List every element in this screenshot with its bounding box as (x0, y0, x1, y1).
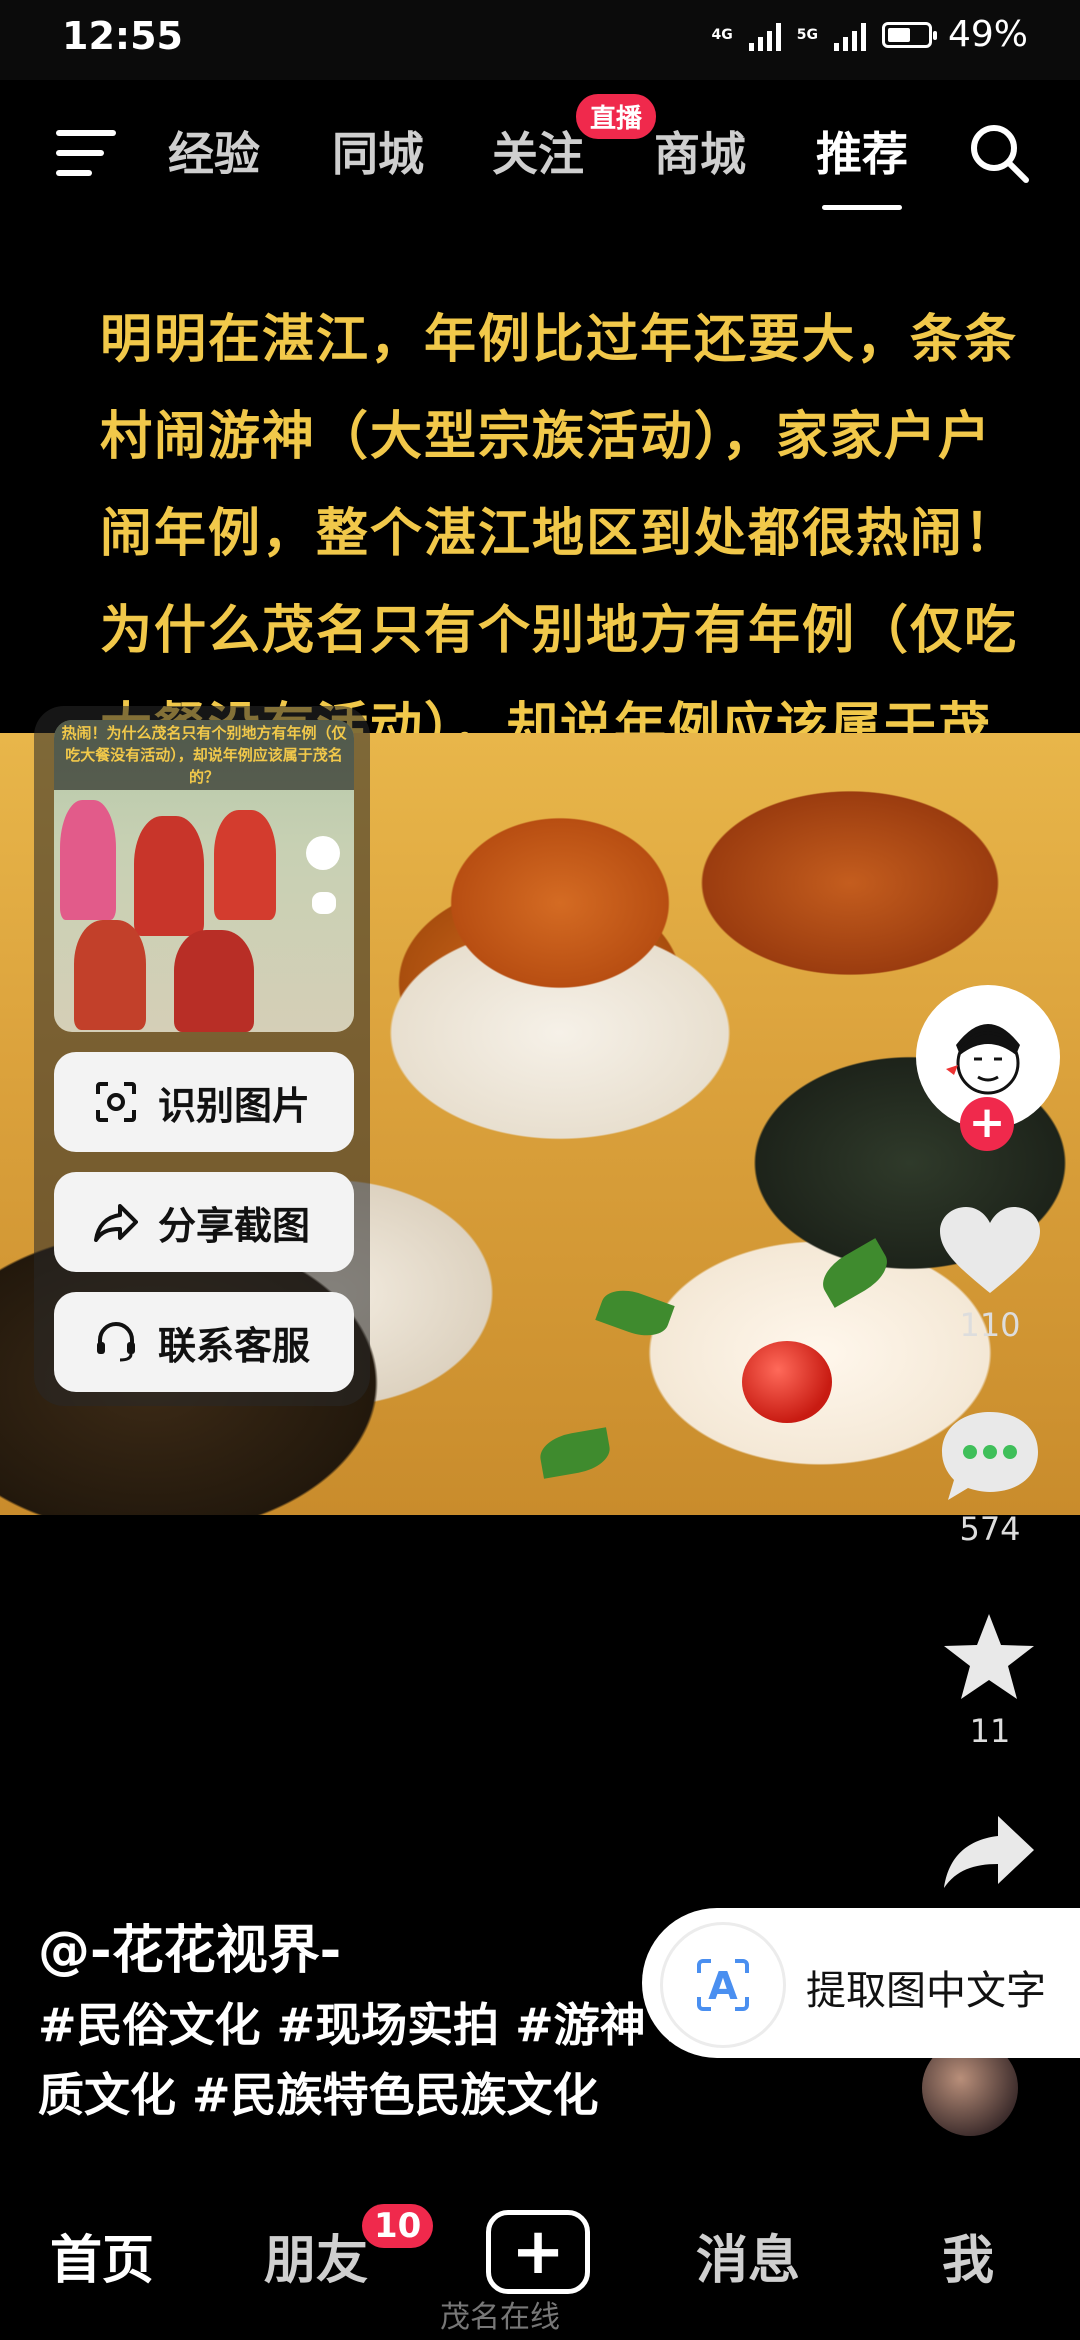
battery-percent: 49% (947, 14, 1028, 55)
follow-plus-icon[interactable]: + (960, 1097, 1014, 1151)
battery-icon (881, 21, 937, 48)
signal-icon (748, 19, 781, 51)
comment-count: 574 (959, 1510, 1021, 1548)
performer-figure (60, 800, 116, 920)
thumb-heart-icon (312, 892, 336, 914)
like-count: 110 (959, 1306, 1021, 1344)
tomato-garnish (742, 1341, 832, 1423)
signal-icon (833, 19, 866, 51)
recognize-image-label: 识别图片 (158, 1083, 311, 1128)
herb-garnish (814, 1238, 896, 1308)
screenshot-thumbnail[interactable]: 热闹！为什么茂名只有个别地方有年例（仅吃大餐没有活动），却说年例应该属于茂名的？ (54, 720, 354, 1032)
thumb-avatar (306, 836, 340, 870)
performer-figure (214, 810, 276, 920)
share-screenshot-button[interactable]: 分享截图 (54, 1172, 354, 1272)
plus-icon: + (511, 2215, 565, 2289)
contact-support-label: 联系客服 (158, 1323, 311, 1368)
nav-friends[interactable]: 朋友 (264, 2218, 368, 2293)
nav-me[interactable]: 我 (942, 2218, 994, 2293)
friends-badge: 10 (362, 2204, 434, 2248)
tab-recommend-label: 推荐 (816, 127, 908, 181)
headset-icon (97, 1322, 135, 1362)
status-indicators: 4G 5G 49% (712, 14, 1028, 55)
search-icon[interactable] (966, 120, 1032, 186)
comment-icon[interactable] (938, 1408, 1042, 1504)
ocr-icon: A (697, 1959, 749, 2011)
watermark: 茂名在线 (440, 2300, 560, 2335)
nav-messages[interactable]: 消息 (696, 2218, 800, 2293)
extract-text-label[interactable]: 提取图中文字 (806, 1958, 1046, 2016)
tab-following[interactable]: 关注 (492, 118, 584, 184)
favorite-count: 11 (969, 1712, 1011, 1750)
herb-garnish (595, 1282, 675, 1344)
live-badge: 直播 (576, 94, 657, 139)
menu-icon[interactable] (56, 130, 116, 176)
status-time: 12:55 (62, 14, 183, 58)
performer-figure (174, 930, 254, 1032)
recognize-image-button[interactable]: 识别图片 (54, 1052, 354, 1152)
contact-support-button[interactable]: 联系客服 (54, 1292, 354, 1392)
star-icon[interactable] (940, 1610, 1038, 1704)
author-handle[interactable]: @-花花视界- (38, 1908, 341, 1983)
tab-recommend[interactable]: 推荐 (816, 118, 908, 210)
tab-experience[interactable]: 经验 (168, 118, 260, 184)
performer-figure (134, 816, 204, 936)
network-4g-label: 4G (711, 26, 733, 43)
nav-home[interactable]: 首页 (50, 2218, 154, 2293)
create-post-button[interactable]: + (486, 2210, 590, 2294)
tab-same-city[interactable]: 同城 (332, 118, 424, 184)
top-nav: 经验 同城 关注 直播 商城 推荐 (0, 90, 1080, 210)
tab-mall[interactable]: 商城 (654, 118, 746, 184)
network-5g-label: 5G (796, 26, 818, 43)
share-icon (94, 1204, 138, 1242)
performer-figure (74, 920, 146, 1030)
svg-text:A: A (708, 1964, 738, 2008)
active-tab-indicator (822, 205, 902, 210)
share-screenshot-label: 分享截图 (158, 1203, 311, 1248)
scan-icon (96, 1082, 136, 1122)
heart-icon[interactable] (938, 1205, 1042, 1297)
herb-garnish (537, 1427, 613, 1479)
thumbnail-caption: 热闹！为什么茂名只有个别地方有年例（仅吃大餐没有活动），却说年例应该属于茂名的？ (61, 724, 347, 786)
text-recognition-icon[interactable]: A (660, 1922, 786, 2048)
share-arrow-icon[interactable] (940, 1812, 1038, 1892)
